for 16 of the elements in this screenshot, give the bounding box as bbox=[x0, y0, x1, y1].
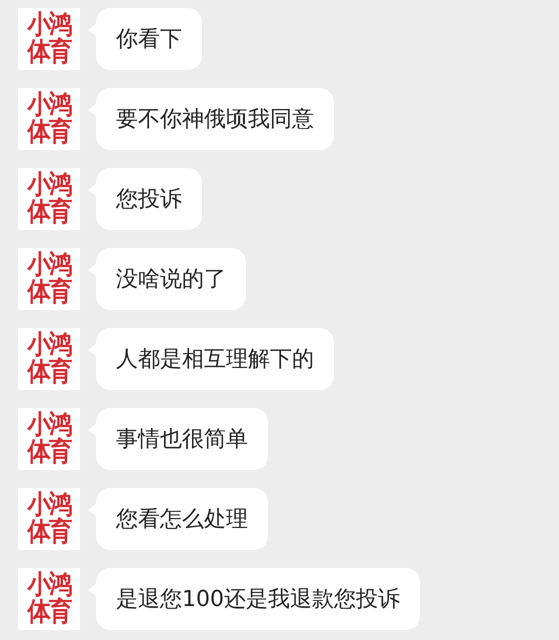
message-bubble: 人都是相互理解下的 bbox=[96, 328, 334, 390]
message-bubble: 你看下 bbox=[96, 8, 202, 70]
avatar-logo: 小鸿 体育 bbox=[18, 88, 80, 150]
avatar-logo: 小鸿 体育 bbox=[18, 488, 80, 550]
message-bubble: 您看怎么处理 bbox=[96, 488, 268, 550]
message-bubble: 是退您100还是我退款您投诉 bbox=[96, 568, 420, 630]
message-bubble: 您投诉 bbox=[96, 168, 202, 230]
avatar-logo: 小鸿 体育 bbox=[18, 248, 80, 310]
avatar-logo: 小鸿 体育 bbox=[18, 8, 80, 70]
message-bubble: 要不你神俄顷我同意 bbox=[96, 88, 334, 150]
message-bubble: 事情也很简单 bbox=[96, 408, 268, 470]
message-bubble: 没啥说的了 bbox=[96, 248, 246, 310]
avatar-logo: 小鸿 体育 bbox=[18, 568, 80, 630]
avatar-logo: 小鸿 体育 bbox=[18, 168, 80, 230]
avatar-logo: 小鸿 体育 bbox=[18, 328, 80, 390]
avatar-logo: 小鸿 体育 bbox=[18, 408, 80, 470]
